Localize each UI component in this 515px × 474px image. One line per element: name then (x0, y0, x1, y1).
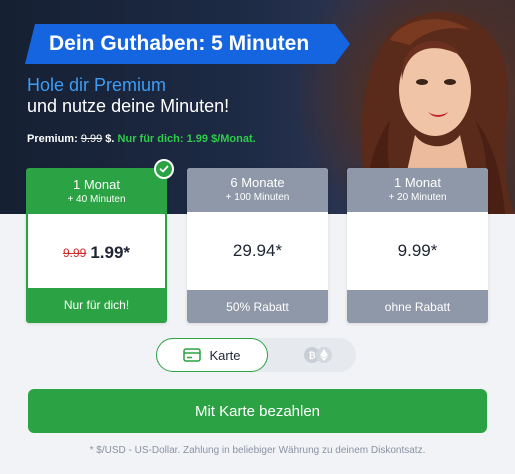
premium-label: Premium: (27, 133, 78, 145)
plan-tag: Nur für dich! (28, 288, 165, 321)
credit-card-icon (183, 348, 202, 362)
plan-header: 1 Monat + 40 Minuten (28, 170, 165, 214)
plan-card-1-month-20[interactable]: 1 Monat + 20 Minuten 9.99* ohne Rabatt (347, 168, 488, 323)
plan-bonus: + 40 Minuten (67, 194, 126, 205)
plan-bonus: + 100 Minuten (225, 192, 290, 203)
plan-card-6-months[interactable]: 6 Monate + 100 Minuten 29.94* 50% Rabatt (187, 168, 328, 323)
plan-tag: 50% Rabatt (187, 290, 328, 323)
crypto-coins-icon: ₿ (301, 346, 335, 364)
plan-tag: ohne Rabatt (347, 290, 488, 323)
pay-with-card-button[interactable]: Mit Karte bezahlen (28, 389, 487, 433)
payment-option-card-label: Karte (209, 347, 241, 363)
premium-currency: $. (105, 133, 115, 145)
svg-text:₿: ₿ (308, 351, 315, 361)
plan-title: 1 Monat (394, 175, 441, 190)
premium-price-line: Premium: 9.99 $. Nur für dich: 1.99 $/Mo… (27, 133, 256, 145)
currency-footnote: * $/USD - US-Dollar. Zahlung in beliebig… (89, 445, 426, 456)
plan-title: 1 Monat (73, 177, 120, 192)
selected-check-icon (154, 159, 174, 179)
balance-title: Dein Guthaben: 5 Minuten (49, 32, 310, 55)
plan-old-price: 9.99 (62, 246, 87, 260)
payment-option-crypto[interactable]: ₿ (288, 338, 348, 372)
hero-headline-minutes: und nutze deine Minuten! (27, 96, 230, 116)
plan-price: 9.99 1.99* (28, 214, 165, 292)
payment-option-card[interactable]: Karte (156, 338, 268, 372)
hero-headline-premium: Hole dir Premium (27, 75, 167, 95)
plan-card-1-month-40[interactable]: 1 Monat + 40 Minuten 9.99 1.99* Nur für … (26, 168, 167, 323)
plan-price: 29.94* (232, 241, 283, 260)
plan-price: 9.99* (397, 241, 438, 260)
payment-method-toggle: Karte ₿ (156, 338, 356, 372)
plan-new-price: 1.99* (90, 243, 131, 262)
premium-old-price: 9.99 (80, 133, 103, 145)
premium-offer: Nur für dich: 1.99 $/Monat. (117, 133, 256, 145)
plan-bonus: + 20 Minuten (388, 192, 447, 203)
plan-header: 1 Monat + 20 Minuten (347, 168, 488, 212)
plan-title: 6 Monate (230, 175, 285, 190)
balance-banner: Dein Guthaben: 5 Minuten (25, 24, 350, 64)
plan-header: 6 Monate + 100 Minuten (187, 168, 328, 212)
